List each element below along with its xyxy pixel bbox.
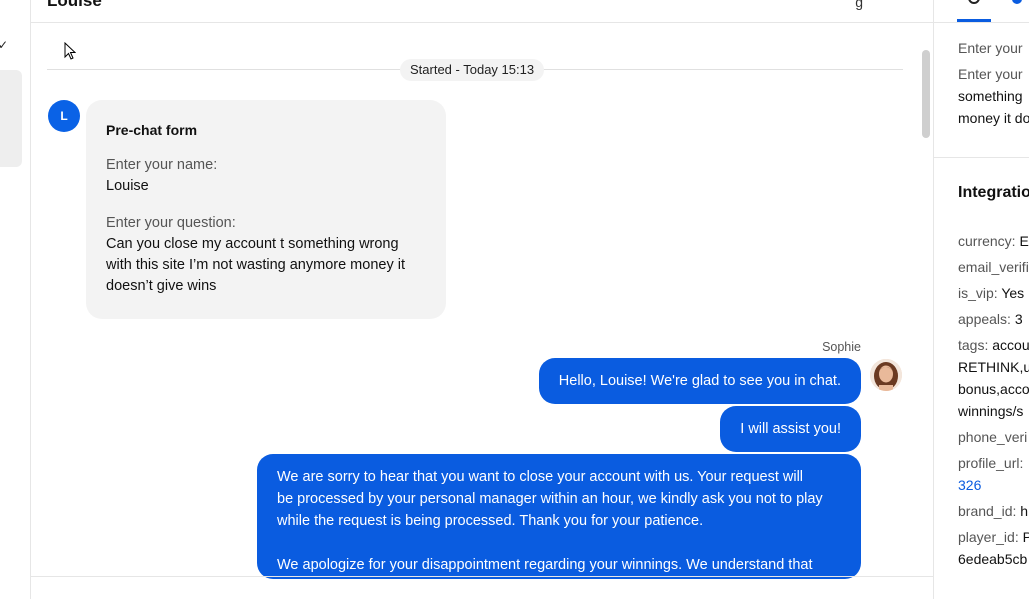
agent-avatar — [870, 359, 902, 391]
prechat-form-bubble: Pre-chat form Enter your name: Louise En… — [86, 100, 446, 319]
prechat-summary-label: Enter your — [958, 40, 1023, 56]
prechat-name-label: Enter your name: — [106, 157, 218, 173]
tab-integrations-icon[interactable] — [1012, 0, 1022, 4]
chat-scrollbar[interactable] — [919, 24, 933, 576]
prechat-name-value: Louise — [106, 178, 149, 194]
field-brand-id: brand_id: h — [958, 503, 1029, 519]
field-player-id-cont: 6edeab5cb — [958, 551, 1028, 567]
agent-name: Sophie — [822, 340, 861, 354]
prechat-question-line: doesn’t give wins — [106, 278, 217, 294]
info-icon — [968, 0, 980, 4]
chat-started-label: Started - Today 15:13 — [400, 59, 545, 81]
agent-message-long: We are sorry to hear that you want to cl… — [257, 454, 861, 579]
field-email-verified: email_verifi — [958, 259, 1029, 275]
message-line: We apologize for your disappointment reg… — [277, 557, 813, 573]
prechat-summary-value: money it do — [958, 110, 1029, 126]
field-appeals: appeals: 3 — [958, 311, 1023, 327]
field-currency: currency: E — [958, 233, 1029, 249]
prechat-question-line: with this site I’m not wasting anymore m… — [106, 257, 405, 273]
agent-message: I will assist you! — [720, 406, 861, 452]
active-conversation-item[interactable] — [0, 70, 22, 167]
agent-photo-icon — [870, 359, 902, 391]
field-profile-url: profile_url: — [958, 455, 1024, 471]
field-tags: tags: accou — [958, 337, 1029, 353]
message-line: while the request is being processed. Th… — [277, 513, 704, 529]
field-phone-verified: phone_veri — [958, 429, 1028, 445]
integrations-heading: Integratio — [958, 184, 1029, 201]
composer-divider — [31, 576, 933, 577]
agent-message: Hello, Louise! We're glad to see you in … — [538, 358, 861, 404]
field-tags-cont: bonus,acco — [958, 381, 1029, 397]
chat-title: Louise — [47, 0, 102, 10]
left-sidebar: ✓ — [0, 0, 31, 599]
prechat-title: Pre-chat form — [106, 122, 198, 138]
message-line: be processed by your personal manager wi… — [277, 491, 823, 507]
tab-info[interactable] — [957, 0, 991, 22]
details-panel: Enter your Enter your something money it… — [933, 0, 1029, 599]
chat-panel: Louise g Started - Today 15:13 L Pre-cha… — [31, 0, 933, 599]
field-player-id: player_id: P — [958, 529, 1029, 545]
prechat-summary-label: Enter your — [958, 66, 1023, 82]
customer-avatar: L — [48, 100, 80, 132]
more-icon[interactable]: g — [855, 0, 863, 10]
chevron-down-icon[interactable]: ✓ — [0, 38, 8, 52]
message-line: We are sorry to hear that you want to cl… — [277, 469, 804, 485]
field-tags-cont: RETHINK,u — [958, 359, 1029, 375]
prechat-summary-value: something — [958, 88, 1023, 104]
scrollbar-thumb[interactable] — [922, 50, 930, 138]
field-is-vip: is_vip: Yes — [958, 285, 1025, 301]
profile-url-link: 326 — [958, 477, 982, 493]
field-tags-cont: winnings/s — [958, 403, 1024, 419]
prechat-question-line: Can you close my account t something wro… — [106, 236, 399, 252]
prechat-question-label: Enter your question: — [106, 215, 236, 231]
chat-header: Louise g — [31, 0, 933, 23]
mouse-cursor-icon — [64, 42, 76, 60]
